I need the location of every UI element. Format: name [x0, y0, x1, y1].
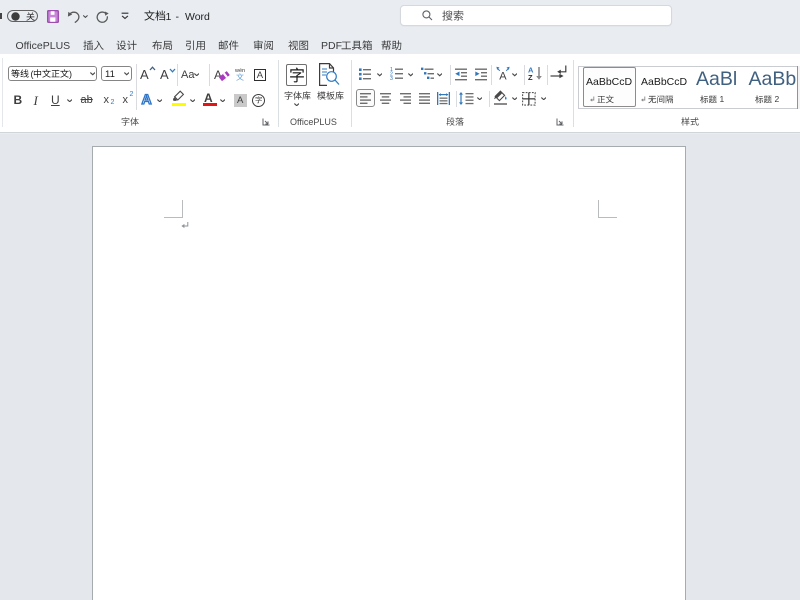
- svg-text:Z: Z: [528, 73, 533, 81]
- svg-text:3: 3: [390, 76, 393, 81]
- svg-text:A: A: [499, 71, 507, 82]
